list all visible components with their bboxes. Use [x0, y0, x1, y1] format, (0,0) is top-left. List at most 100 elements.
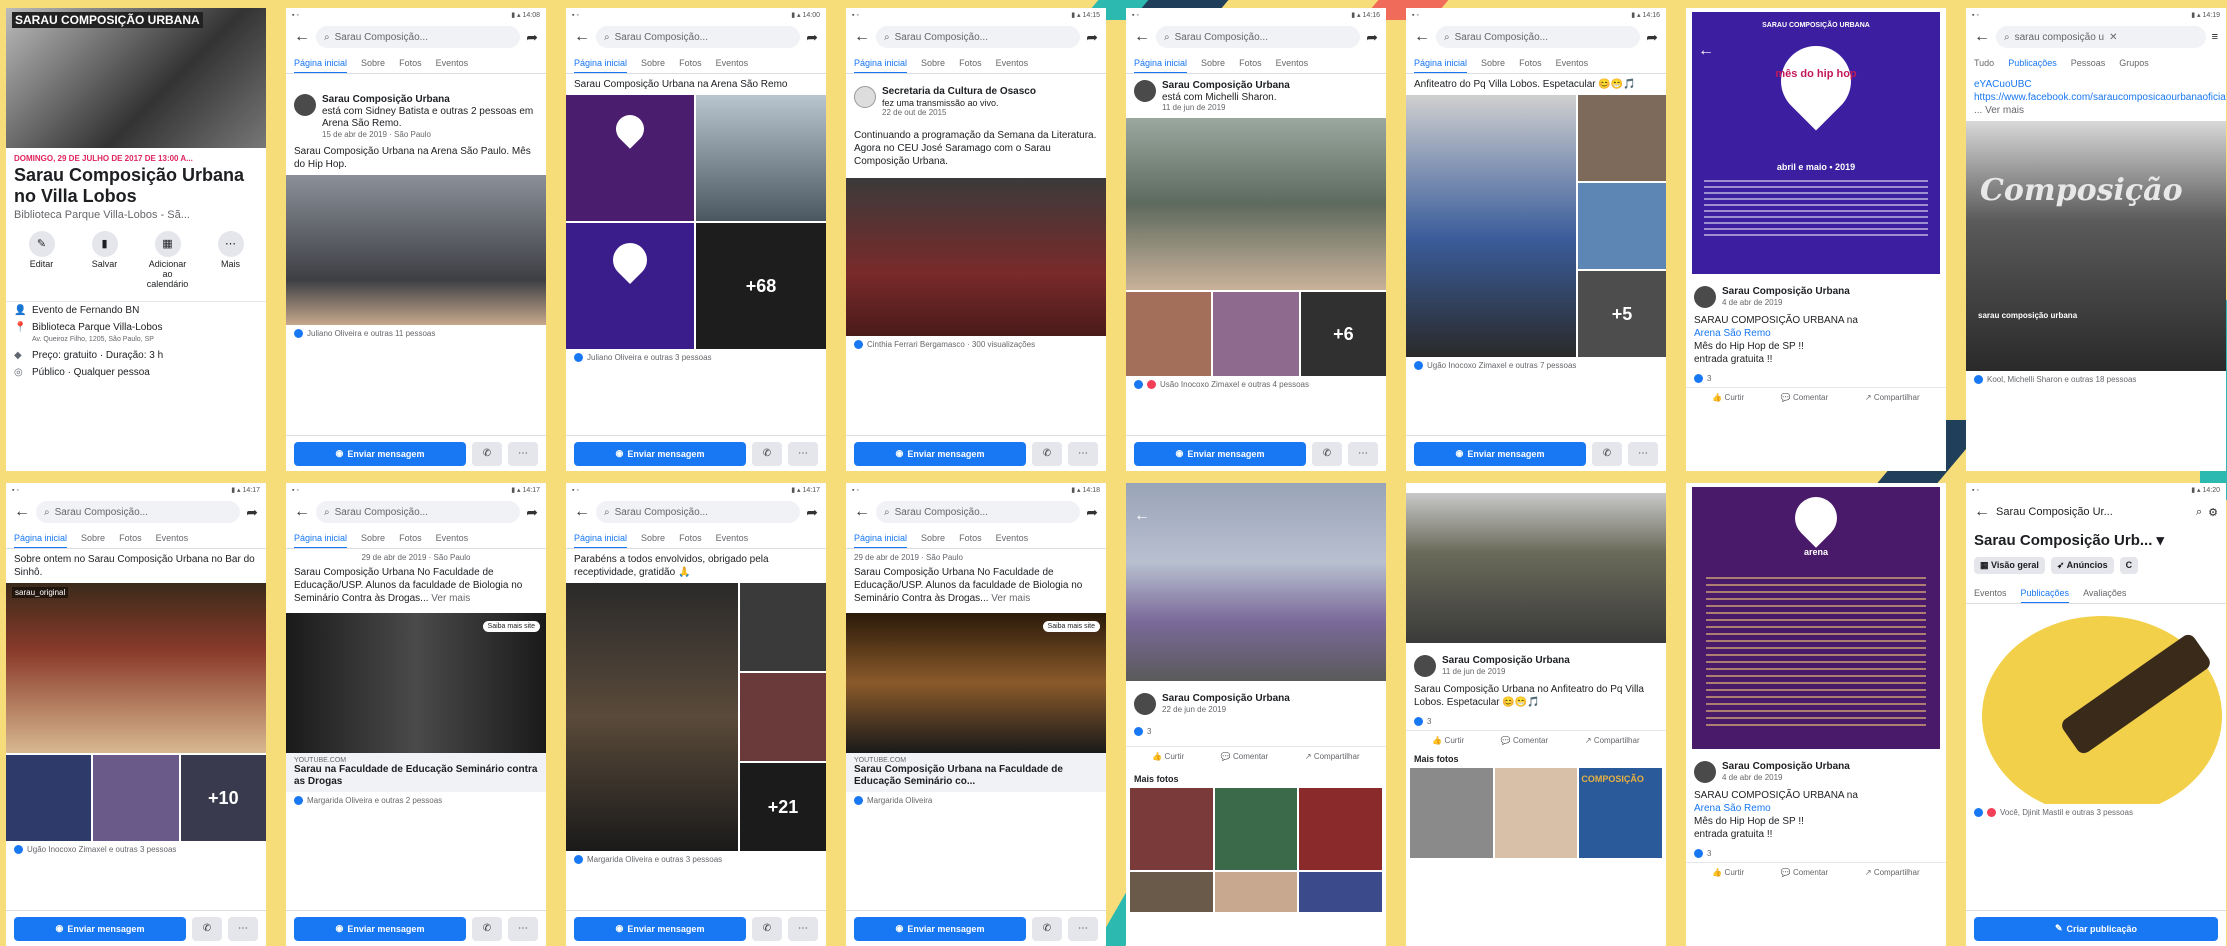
call-button[interactable]: ✆ — [1592, 441, 1622, 466]
send-message-button[interactable]: ◉ Enviar mensagem — [294, 441, 466, 466]
reactions-row[interactable]: Margarida Oliveira e outras 2 pessoas — [286, 792, 546, 809]
tab-events[interactable]: Eventos — [1556, 58, 1589, 68]
share-button[interactable]: ↗ Compartilhar — [1865, 868, 1920, 877]
facebook-page-link[interactable]: https://www.facebook.com/saraucomposicao… — [1974, 91, 2226, 104]
clear-icon[interactable]: ✕ — [2109, 32, 2117, 43]
send-message-button[interactable]: ◉ Enviar mensagem — [294, 916, 466, 941]
info-chip[interactable]: Saiba mais site — [1042, 621, 1100, 632]
post-author[interactable]: Sarau Composição Urbana — [1722, 761, 1850, 773]
more-options-button[interactable]: ⋯ — [228, 916, 258, 941]
call-button[interactable]: ✆ — [472, 916, 502, 941]
more-options-button[interactable]: ⋯ — [1628, 441, 1658, 466]
filter-icon[interactable]: ≡ — [2212, 31, 2218, 43]
back-arrow-icon[interactable]: ← — [1974, 28, 1990, 46]
reactions-row[interactable]: Ugão Inocoxo Zimaxel e outras 3 pessoas — [6, 841, 266, 858]
search-input[interactable]: ⌕ Sarau Composição... — [596, 26, 801, 48]
tab-photos[interactable]: Fotos — [959, 533, 982, 543]
poster-photo[interactable] — [566, 223, 694, 349]
info-chip[interactable]: Saiba mais site — [482, 621, 540, 632]
photo[interactable] — [696, 95, 826, 221]
call-button[interactable]: ✆ — [192, 916, 222, 941]
photo[interactable] — [740, 583, 826, 671]
post-date[interactable]: 11 de jun de 2019 — [1442, 667, 1570, 676]
tab-about[interactable]: Sobre — [361, 58, 385, 68]
reactions-row[interactable]: Cinthia Ferrari Bergamasco · 300 visuali… — [846, 336, 1106, 353]
search-icon[interactable]: ⌕ — [2196, 506, 2202, 519]
post-photo[interactable] — [1406, 493, 1666, 643]
tab-events[interactable]: Eventos — [996, 533, 1029, 543]
photo[interactable] — [1126, 292, 1212, 376]
reactions-row[interactable]: Kool, Michelli Sharon e outras 18 pessoa… — [1966, 371, 2226, 388]
live-video[interactable] — [846, 178, 1106, 336]
share-arrow-icon[interactable]: ➦ — [246, 504, 258, 521]
tab-photos[interactable]: Fotos — [399, 533, 422, 543]
back-arrow-icon[interactable]: ← — [1414, 28, 1430, 46]
photo-more[interactable]: +5 — [1578, 271, 1666, 357]
post-author[interactable]: Sarau Composição Urbana — [1162, 80, 1290, 92]
post-date[interactable]: 22 de out de 2015 — [882, 108, 1036, 117]
post-photo[interactable]: sarau_original — [6, 583, 266, 753]
back-arrow-icon[interactable]: ← — [574, 503, 590, 521]
tab-photos[interactable]: Fotos — [959, 58, 982, 68]
share-button[interactable]: ↗ Compartilhar — [1865, 393, 1920, 402]
tab-home[interactable]: Página inicial — [854, 58, 908, 73]
avatar[interactable] — [1694, 286, 1716, 308]
post-author[interactable]: Sarau Composição Urbana — [1162, 693, 1290, 705]
call-button[interactable]: ✆ — [752, 916, 782, 941]
post-photo[interactable] — [566, 583, 738, 851]
tab-events[interactable]: Eventos — [1974, 588, 2007, 598]
reactions-row[interactable]: Você, Djinit Mastil e outras 3 pessoas — [1966, 804, 2226, 821]
like-button[interactable]: 👍 Curtir — [1712, 393, 1744, 402]
back-arrow-icon[interactable]: ← — [574, 28, 590, 46]
create-post-button[interactable]: ✎ Criar publicação — [1974, 916, 2218, 941]
overview-chip[interactable]: ▦ Visão geral — [1974, 557, 2045, 574]
photo[interactable] — [1494, 768, 1578, 858]
tab-about[interactable]: Sobre — [81, 533, 105, 543]
share-arrow-icon[interactable]: ➦ — [1646, 29, 1658, 46]
reactions-row[interactable]: Margarida Oliveira — [846, 792, 1106, 809]
post-image[interactable] — [1966, 604, 2226, 804]
share-arrow-icon[interactable]: ➦ — [806, 29, 818, 46]
tab-people[interactable]: Pessoas — [2071, 58, 2106, 68]
like-button[interactable]: 👍 Curtir — [1152, 752, 1184, 761]
send-message-button[interactable]: ◉ Enviar mensagem — [574, 916, 746, 941]
reactions-row[interactable]: 3 — [1406, 713, 1666, 730]
photo-more[interactable]: +21 — [740, 763, 826, 851]
share-arrow-icon[interactable]: ➦ — [1086, 29, 1098, 46]
call-button[interactable]: ✆ — [472, 441, 502, 466]
post-author[interactable]: Secretaria da Cultura de Osasco — [882, 86, 1036, 98]
more-options-button[interactable]: ⋯ — [508, 916, 538, 941]
tab-photos[interactable]: Fotos — [1519, 58, 1542, 68]
tab-about[interactable]: Sobre — [361, 533, 385, 543]
search-input[interactable]: ⌕ Sarau Composição... — [1156, 26, 1361, 48]
tab-photos[interactable]: Fotos — [679, 533, 702, 543]
avatar[interactable] — [1694, 761, 1716, 783]
photo-more[interactable]: +6 — [1300, 292, 1386, 376]
tab-photos[interactable]: Fotos — [119, 533, 142, 543]
photo[interactable] — [1578, 95, 1666, 181]
post-date[interactable]: 11 de jun de 2019 — [1162, 103, 1290, 112]
comment-button[interactable]: 💬 Comentar — [1221, 752, 1268, 761]
more-options-button[interactable]: ⋯ — [1068, 441, 1098, 466]
back-arrow-icon[interactable]: ← — [1974, 503, 1990, 521]
tab-home[interactable]: Página inicial — [294, 58, 348, 73]
call-button[interactable]: ✆ — [1032, 916, 1062, 941]
extra-chip[interactable]: C — [2119, 557, 2139, 574]
cover-photo[interactable]: Composição sarau composição urbana — [1966, 121, 2226, 371]
comment-button[interactable]: 💬 Comentar — [1781, 868, 1828, 877]
see-more-link[interactable]: Ver mais — [991, 593, 1030, 604]
see-more-link[interactable]: ... Ver mais — [1974, 104, 2218, 117]
post-author[interactable]: Sarau Composição Urbana — [1442, 655, 1570, 667]
avatar[interactable] — [294, 94, 316, 116]
reactions-row[interactable]: 3 — [1686, 370, 1946, 387]
search-input[interactable]: ⌕ Sarau Composição... — [316, 26, 521, 48]
photo[interactable] — [1214, 788, 1298, 870]
video-thumbnail[interactable]: Saiba mais site — [846, 613, 1106, 753]
post-photo[interactable] — [1406, 95, 1576, 357]
tab-reviews[interactable]: Avaliações — [2083, 588, 2126, 598]
share-arrow-icon[interactable]: ➦ — [1086, 504, 1098, 521]
tab-photos[interactable]: Fotos — [399, 58, 422, 68]
call-button[interactable]: ✆ — [752, 441, 782, 466]
photo[interactable] — [1130, 872, 1213, 912]
post-photo[interactable] — [1126, 118, 1386, 290]
